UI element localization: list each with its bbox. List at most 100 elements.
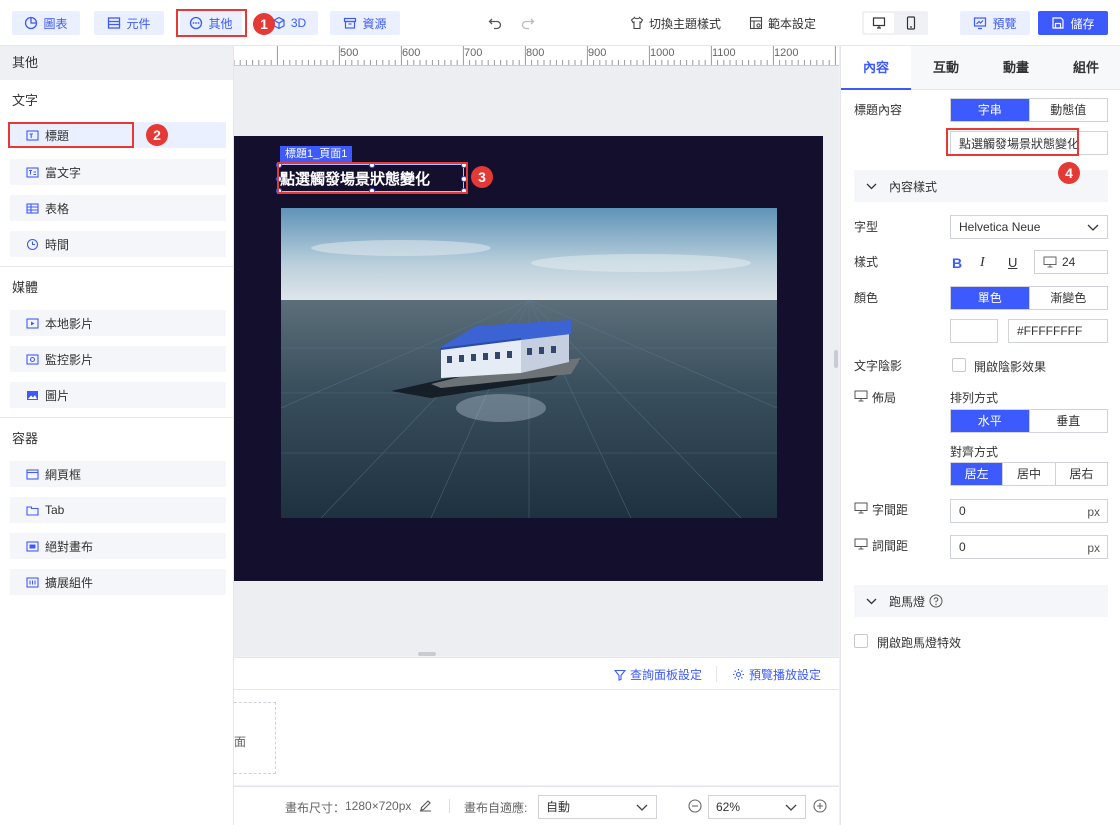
- help-icon[interactable]: [929, 594, 943, 608]
- color-hex-input[interactable]: #FFFFFFFF: [1008, 319, 1108, 343]
- tab-content[interactable]: 內容: [841, 46, 911, 90]
- switch-theme-button[interactable]: 切換主題樣式: [630, 11, 721, 35]
- solid-color-option[interactable]: 單色: [951, 287, 1030, 309]
- preview-play-settings-link[interactable]: 預覽播放設定: [732, 666, 821, 683]
- tab-component[interactable]: 組件: [1051, 46, 1120, 90]
- library-item-extension[interactable]: 擴展組件: [10, 569, 226, 595]
- page-thumbnail-card[interactable]: 面: [234, 702, 276, 774]
- annotation-marker-1: 1: [253, 13, 275, 35]
- ruler-label: 700: [464, 47, 483, 59]
- marquee-checkbox[interactable]: [854, 634, 868, 648]
- pie-chart-icon: [25, 16, 38, 30]
- switch-theme-label: 切換主題樣式: [649, 16, 722, 31]
- tab-animation[interactable]: 動畫: [981, 46, 1051, 90]
- chevron-down-icon: [1087, 224, 1099, 231]
- library-item-label: 監控影片: [45, 352, 94, 367]
- marquee-label: 跑馬燈: [889, 594, 926, 609]
- tab-interaction[interactable]: 互動: [911, 46, 981, 90]
- archive-icon: [344, 17, 357, 29]
- section-container: 容器: [12, 431, 39, 446]
- chart-button[interactable]: 圖表: [12, 11, 80, 35]
- zoom-out-icon[interactable]: [688, 799, 702, 813]
- arrange-toggle: 水平 垂直: [950, 409, 1108, 433]
- word-spacing-value: 0: [959, 540, 966, 554]
- arrange-vertical-option[interactable]: 垂直: [1030, 410, 1108, 432]
- library-item-absolute-canvas[interactable]: 絕對畫布: [10, 533, 226, 559]
- zoom-value: 62%: [716, 800, 741, 814]
- properties-panel: 內容 互動 動畫 組件 標題內容 字串 動態值 點選觸發場景狀態變化 內容樣式 …: [840, 46, 1120, 825]
- chevron-down-icon: [866, 183, 877, 190]
- word-spacing-input[interactable]: 0 px: [950, 535, 1108, 559]
- pencil-icon[interactable]: [419, 799, 432, 812]
- canvas-size-value: 1280×720px: [345, 799, 412, 813]
- zoom-select[interactable]: 62%: [708, 795, 806, 819]
- source-dynamic-option[interactable]: 動態值: [1030, 99, 1108, 121]
- source-string-option[interactable]: 字串: [951, 99, 1030, 121]
- font-size-input[interactable]: 24: [1034, 250, 1108, 274]
- shirt-icon: [630, 16, 644, 30]
- stage-canvas[interactable]: 標題1_頁面1 點選觸發場景狀態變化: [234, 136, 823, 581]
- layout-label: 佈局: [872, 391, 897, 405]
- desktop-toggle[interactable]: [864, 13, 894, 33]
- divider: [234, 689, 839, 690]
- library-item-local-video[interactable]: 本地影片: [10, 310, 226, 336]
- save-icon: [1052, 17, 1065, 29]
- query-panel-settings-link[interactable]: 查詢面板設定: [614, 666, 702, 683]
- absolute-canvas-icon: [26, 540, 39, 552]
- marquee-section-toggle[interactable]: 跑馬燈: [854, 585, 1108, 617]
- resize-grip[interactable]: [834, 350, 838, 368]
- library-item-label: 擴展組件: [45, 575, 94, 590]
- resource-button[interactable]: 資源: [330, 11, 400, 35]
- threed-button-label: 3D: [290, 16, 307, 30]
- unit-label: px: [1087, 541, 1100, 555]
- preview-play-settings-label: 預覽播放設定: [749, 668, 822, 682]
- panel-header: 其他: [0, 46, 233, 80]
- section-text: 文字: [12, 93, 39, 108]
- library-item-table[interactable]: 表格: [10, 195, 226, 221]
- library-item-tab[interactable]: Tab: [10, 497, 226, 523]
- align-center-option[interactable]: 居中: [1003, 463, 1056, 485]
- mobile-toggle[interactable]: [896, 13, 926, 33]
- arrange-horizontal-option[interactable]: 水平: [951, 410, 1030, 432]
- shadow-checkbox[interactable]: [952, 358, 966, 372]
- align-left-option[interactable]: 居左: [951, 463, 1004, 485]
- annotation-marker-4: 4: [1058, 162, 1080, 184]
- canvas-status-bar: 畫布尺寸： 1280×720px 畫布自適應: 自動 62%: [234, 786, 839, 825]
- ruler-label: 600: [402, 47, 421, 59]
- underline-toggle[interactable]: U: [1008, 255, 1017, 270]
- page-card-label: 面: [234, 735, 247, 749]
- table-icon: [26, 202, 39, 214]
- library-item-monitor-video[interactable]: 監控影片: [10, 346, 226, 372]
- highlight-box-title-input: [946, 128, 1079, 156]
- italic-toggle[interactable]: I: [980, 255, 985, 271]
- library-item-image[interactable]: 圖片: [10, 382, 226, 408]
- library-item-iframe[interactable]: 網頁框: [10, 461, 226, 487]
- template-icon: [749, 16, 763, 30]
- component-button[interactable]: 元件: [94, 11, 164, 35]
- color-swatch[interactable]: [950, 319, 998, 343]
- align-right-option[interactable]: 居右: [1056, 463, 1107, 485]
- canvas-fit-label: 畫布自適應:: [464, 801, 528, 815]
- font-select[interactable]: Helvetica Neue: [950, 215, 1108, 239]
- save-button[interactable]: 儲存: [1038, 11, 1108, 35]
- divider: [716, 666, 717, 682]
- top-toolbar: 圖表 元件 其他 3D 資源 切換主題樣式 範本設定 預覽 儲存: [0, 0, 1120, 46]
- letter-spacing-input[interactable]: 0 px: [950, 499, 1108, 523]
- library-item-time[interactable]: 時間: [10, 231, 226, 257]
- image-icon: [27, 390, 38, 400]
- undo-icon[interactable]: [488, 16, 502, 30]
- resize-grip[interactable]: [418, 652, 436, 656]
- bold-toggle[interactable]: B: [952, 255, 962, 271]
- element-name-tag: 標題1_頁面1: [280, 146, 353, 162]
- device-toggle: [862, 11, 928, 35]
- color-mode-toggle: 單色 漸變色: [950, 286, 1108, 310]
- template-settings-button[interactable]: 範本設定: [749, 11, 816, 35]
- zoom-in-icon[interactable]: [813, 799, 827, 813]
- gradient-color-option[interactable]: 漸變色: [1030, 287, 1108, 309]
- preview-button[interactable]: 預覽: [960, 11, 1030, 35]
- redo-icon[interactable]: [521, 16, 535, 30]
- library-item-rich-text[interactable]: 富文字: [10, 159, 226, 185]
- 3d-scene-view[interactable]: [281, 208, 777, 518]
- canvas-fit-select[interactable]: 自動: [538, 795, 657, 819]
- library-item-label: 富文字: [45, 165, 82, 180]
